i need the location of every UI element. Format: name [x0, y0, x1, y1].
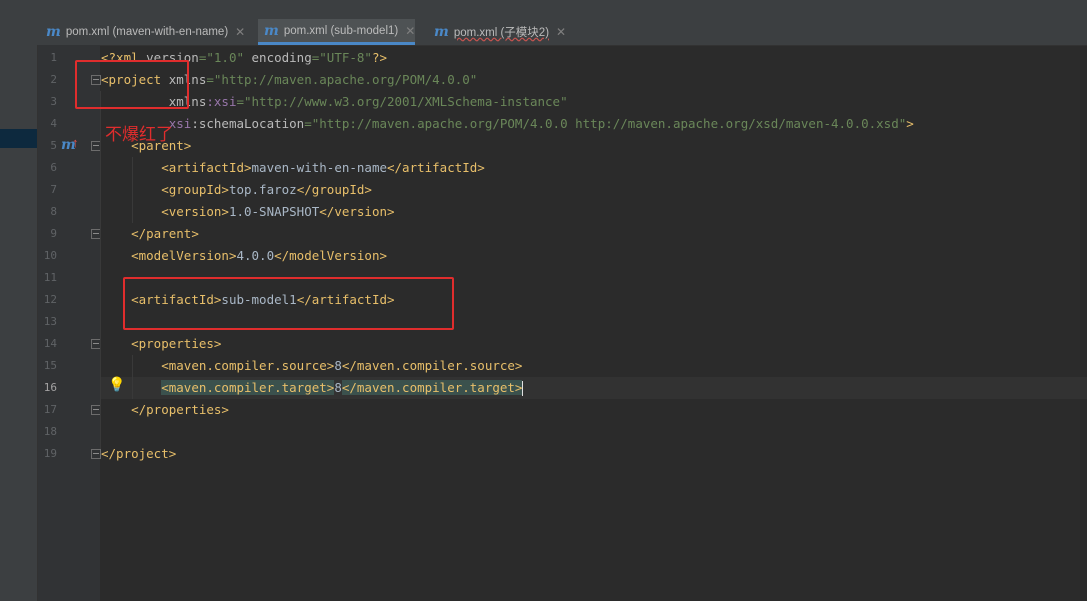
code-line-17[interactable]: </properties> — [101, 399, 229, 421]
line-number: 5 — [50, 139, 57, 152]
annotation-box-artifactid — [123, 277, 454, 330]
code-line-15[interactable]: <maven.compiler.source>8</maven.compiler… — [101, 355, 522, 377]
line-number: 8 — [50, 205, 57, 218]
code-line-7[interactable]: <groupId>top.faroz</groupId> — [101, 179, 372, 201]
line-number: 15 — [43, 359, 57, 372]
arrow-up-icon[interactable]: ↑ — [72, 135, 79, 150]
title-strip — [0, 0, 1087, 19]
line-number: 13 — [43, 315, 57, 328]
line-number: 14 — [43, 337, 57, 350]
code-line-14[interactable]: <properties> — [101, 333, 221, 355]
maven-m-icon: m — [46, 24, 61, 40]
tab-pom-submodule2[interactable]: m pom.xml (子模块2) ✕ — [428, 19, 566, 45]
tab-label: pom.xml (子模块2) — [453, 27, 550, 39]
line-number: 18 — [43, 425, 57, 438]
line-number: 12 — [43, 293, 57, 306]
tab-label: pom.xml (maven-with-en-name) — [65, 26, 229, 38]
line-number: 3 — [50, 95, 57, 108]
code-line-8[interactable]: <version>1.0-SNAPSHOT</version> — [101, 201, 394, 223]
tab-pom-parent[interactable]: m pom.xml (maven-with-en-name) ✕ — [40, 19, 245, 45]
close-icon[interactable]: ✕ — [556, 25, 566, 39]
code-line-10[interactable]: <modelVersion>4.0.0</modelVersion> — [101, 245, 387, 267]
line-number: 7 — [50, 183, 57, 196]
close-icon[interactable]: ✕ — [405, 24, 415, 38]
line-number: 10 — [43, 249, 57, 262]
close-icon[interactable]: ✕ — [235, 25, 245, 39]
line-number: 1 — [50, 51, 57, 64]
line-number: 2 — [50, 73, 57, 86]
code-line-6[interactable]: <artifactId>maven-with-en-name</artifact… — [101, 157, 485, 179]
code-line-9[interactable]: </parent> — [101, 223, 199, 245]
annotation-box-project — [75, 60, 189, 109]
project-sidebar[interactable] — [0, 45, 38, 601]
text-caret — [522, 381, 524, 396]
line-number: 16 — [43, 381, 57, 394]
line-number: 17 — [43, 403, 57, 416]
editor-tab-bar: ⚙ — m pom.xml (maven-with-en-name) ✕ m p… — [0, 19, 1087, 58]
code-line-19[interactable]: </project> — [101, 443, 176, 465]
annotation-note: 不爆红了 — [105, 125, 173, 145]
line-number: 4 — [50, 117, 57, 130]
tab-label: pom.xml (sub-model1) — [283, 24, 399, 37]
line-number: 19 — [43, 447, 57, 460]
line-number: 11 — [43, 271, 57, 284]
sidebar-selected-item[interactable] — [0, 129, 37, 148]
line-number: 9 — [50, 227, 57, 240]
lightbulb-icon[interactable]: 💡 — [108, 376, 125, 393]
maven-m-icon: m — [434, 24, 449, 40]
code-line-4[interactable]: xsi:schemaLocation="http://maven.apache.… — [101, 113, 914, 135]
code-line-16[interactable]: <maven.compiler.target>8</maven.compiler… — [101, 377, 524, 399]
tab-pom-sub-model1[interactable]: m pom.xml (sub-model1) ✕ — [258, 19, 416, 45]
maven-m-icon: m — [264, 22, 279, 39]
fold-marker[interactable] — [91, 449, 101, 459]
line-number: 6 — [50, 161, 57, 174]
